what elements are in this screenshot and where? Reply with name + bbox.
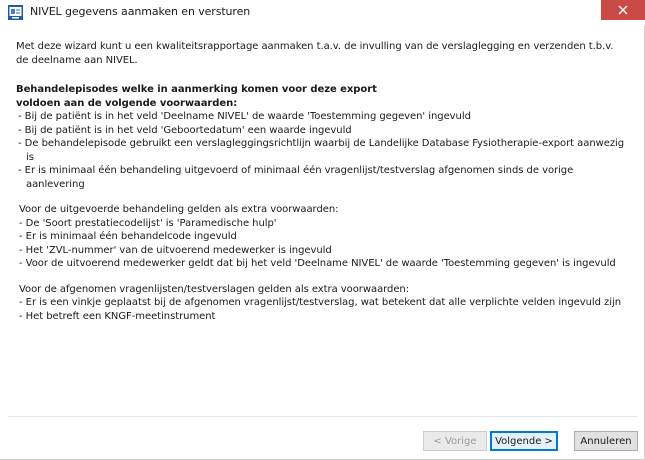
list-item: - De behandelepisode gebruikt een versla… [18, 138, 625, 163]
requirements-heading-line2: voldoen aan de volgende voorwaarden: [16, 97, 238, 109]
list-item: - Er is minimaal één behandelcode ingevu… [19, 231, 237, 242]
treatment-conditions-title: Voor de uitgevoerde behandeling gelden a… [19, 204, 339, 215]
app-icon [8, 5, 23, 20]
previous-button[interactable]: < Vorige [423, 431, 487, 451]
questionnaire-conditions-list: - Er is een vinkje geplaatst bij de afge… [19, 296, 628, 323]
questionnaire-conditions-title: Voor de afgenomen vragenlijsten/testvers… [19, 283, 410, 295]
intro-text: Met deze wizard kunt u een kwaliteitsrap… [16, 41, 614, 66]
requirements-heading-line1: Behandelepisodes welke in aanmerking kom… [16, 84, 377, 95]
list-item: - Bij de patiënt is in het veld 'Geboort… [18, 124, 352, 136]
title-bar[interactable]: NIVEL gegevens aanmaken en versturen [0, 0, 645, 26]
list-item: - Bij de patiënt is in het veld 'Deelnam… [18, 111, 471, 122]
wizard-content: Met deze wizard kunt u een kwaliteitsrap… [16, 40, 628, 323]
next-button[interactable]: Volgende > [490, 431, 558, 451]
list-item: - Het 'ZVL-nummer' van de uitvoerend med… [19, 244, 332, 256]
list-item: - De 'Soort prestatiecodelijst' is 'Para… [19, 217, 277, 229]
list-item: - Er is minimaal één behandeling uitgevo… [18, 165, 574, 190]
footer-separator [8, 416, 637, 417]
close-button[interactable] [601, 0, 645, 20]
questionnaire-conditions-block: Voor de afgenomen vragenlijsten/testvers… [19, 283, 628, 324]
list-item: - Het betreft een KNGF-meetinstrument [19, 310, 216, 322]
requirements-list: - Bij de patiënt is in het veld 'Deelnam… [18, 110, 628, 191]
cancel-button[interactable]: Annuleren [574, 431, 638, 451]
close-icon [618, 5, 628, 15]
window-title: NIVEL gegevens aanmaken en versturen [30, 5, 251, 18]
requirements-heading: Behandelepisodes welke in aanmerking kom… [16, 83, 628, 110]
list-item: - Er is een vinkje geplaatst bij de afge… [19, 297, 621, 308]
treatment-conditions-block: Voor de uitgevoerde behandeling gelden a… [19, 203, 628, 271]
treatment-conditions-list: - De 'Soort prestatiecodelijst' is 'Para… [19, 217, 628, 271]
wizard-window: NIVEL gegevens aanmaken en versturen Met… [0, 0, 645, 460]
list-item: - Voor de uitvoerend medewerker geldt da… [19, 258, 616, 269]
